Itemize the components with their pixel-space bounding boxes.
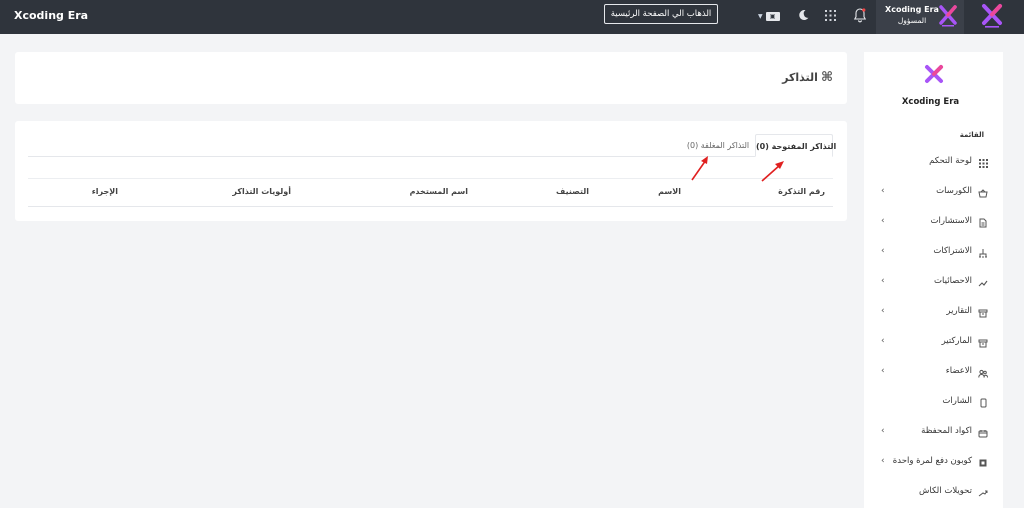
sidebar-item-label: الاحصائيات	[934, 276, 972, 286]
sidebar-item-consultations[interactable]: الاستشارات ›	[864, 212, 1003, 234]
dashboard-icon	[978, 158, 988, 168]
column-username: اسم المستخدم	[409, 187, 468, 196]
annotation-arrow	[761, 161, 784, 182]
sidebar-item-reports[interactable]: التقارير ›	[864, 302, 1003, 324]
sidebar: Xcoding Era القائمة لوحة التحكم الكورسات…	[864, 52, 1003, 508]
chevron-right-icon: ›	[881, 426, 885, 436]
courses-icon	[978, 188, 988, 198]
sidebar-item-members[interactable]: الاعضاء ›	[864, 362, 1003, 384]
table-header-bottom-border	[28, 206, 833, 207]
sidebar-item-badges[interactable]: الشارات	[864, 392, 1003, 414]
tab-open-tickets[interactable]: التذاكر المفتوحة (0)	[755, 134, 836, 157]
avatar	[939, 5, 957, 27]
column-name: الاسم	[658, 187, 681, 196]
language-flag-icon: ▣	[765, 12, 780, 21]
sidebar-item-label: الاستشارات	[930, 216, 972, 226]
page-header-card: ⌘ التذاكر	[15, 52, 847, 104]
user-role: المسؤول	[897, 16, 927, 25]
annotation-arrow	[691, 156, 708, 181]
chevron-right-icon: ›	[881, 246, 885, 256]
sidebar-item-wallet-codes[interactable]: اكواد المحفظة ›	[864, 422, 1003, 444]
moon-icon[interactable]	[796, 8, 810, 22]
chevron-right-icon: ›	[881, 366, 885, 376]
page-title: ⌘ التذاكر	[782, 70, 833, 85]
bell-icon[interactable]	[853, 7, 867, 23]
sidebar-item-statistics[interactable]: الاحصائيات ›	[864, 272, 1003, 294]
chevron-right-icon: ›	[881, 456, 885, 466]
column-ticket-number: رقم التذكرة	[778, 187, 825, 196]
user-profile-menu[interactable]: Xcoding Era المسؤول	[876, 0, 964, 34]
chevron-right-icon: ›	[881, 306, 885, 316]
tickets-card: التذاكر المفتوحة (0) التذاكر المغلقة (0)…	[15, 121, 847, 221]
sidebar-item-label: كوبون دفع لمرة واحدة	[892, 456, 972, 466]
sidebar-item-label: الشارات	[942, 396, 972, 406]
members-icon	[978, 368, 988, 378]
chevron-right-icon: ›	[881, 336, 885, 346]
chevron-down-icon: ▼	[758, 13, 763, 20]
sidebar-item-label: الماركتير	[941, 336, 972, 346]
cash-transfer-icon	[978, 488, 988, 498]
sidebar-item-coupon[interactable]: كوبون دفع لمرة واحدة ›	[864, 452, 1003, 474]
reports-icon	[978, 308, 988, 318]
statistics-icon	[978, 278, 988, 288]
sidebar-item-courses[interactable]: الكورسات ›	[864, 182, 1003, 204]
marketer-icon	[978, 338, 988, 348]
column-ticket-priority: أولويات التذاكر	[232, 187, 291, 196]
sidebar-item-label: الاعضاء	[945, 366, 972, 376]
chevron-right-icon: ›	[881, 186, 885, 196]
logo-icon[interactable]	[980, 2, 1004, 30]
sidebar-item-label: تحويلات الكاش	[919, 486, 972, 496]
sidebar-menu-heading: القائمة	[959, 131, 984, 139]
sidebar-item-cash-transfers[interactable]: تحويلات الكاش	[864, 482, 1003, 504]
chevron-right-icon: ›	[881, 216, 885, 226]
sidebar-brand: Xcoding Era	[901, 97, 960, 107]
sidebar-item-subscriptions[interactable]: الاشتراكات ›	[864, 242, 1003, 264]
grid-icon[interactable]	[825, 10, 836, 21]
sidebar-item-label: اكواد المحفظة	[921, 426, 972, 436]
wallet-codes-icon	[978, 428, 988, 438]
column-category: التصنيف	[556, 187, 589, 196]
brand-name[interactable]: Xcoding Era	[14, 9, 88, 22]
sidebar-item-label: الكورسات	[936, 186, 972, 196]
column-action: الإجراء	[91, 187, 118, 196]
coupon-icon	[978, 458, 988, 468]
sidebar-item-dashboard[interactable]: لوحة التحكم	[864, 152, 1003, 174]
sidebar-item-label: الاشتراكات	[933, 246, 972, 256]
sidebar-item-label: لوحة التحكم	[929, 156, 972, 166]
consultations-icon	[978, 218, 988, 228]
page-title-text: التذاكر	[782, 71, 818, 84]
badges-icon	[978, 398, 988, 408]
user-name: Xcoding Era	[885, 5, 939, 14]
top-navbar: Xcoding Era الذهاب الي الصفحة الرئيسية ▼…	[0, 0, 1024, 34]
logo-icon	[925, 65, 943, 83]
command-icon: ⌘	[820, 70, 833, 85]
sidebar-item-label: التقارير	[946, 306, 972, 316]
chevron-right-icon: ›	[881, 276, 885, 286]
go-home-button[interactable]: الذهاب الي الصفحة الرئيسية	[604, 4, 718, 24]
language-switcher[interactable]: ▼ ▣	[758, 11, 780, 22]
sidebar-item-marketer[interactable]: الماركتير ›	[864, 332, 1003, 354]
subscriptions-icon	[978, 248, 988, 258]
